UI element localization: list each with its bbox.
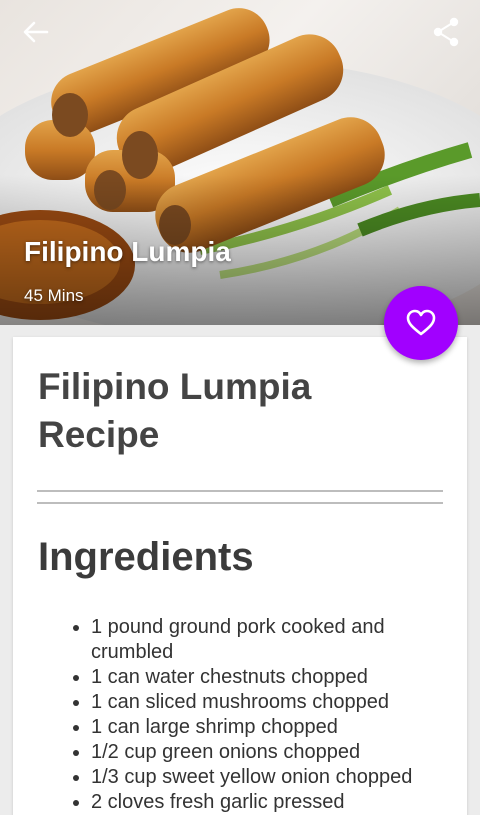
divider — [37, 490, 443, 492]
ingredients-heading: Ingredients — [38, 535, 254, 579]
list-item: 1 pound ground pork cooked and crumbled — [71, 615, 441, 665]
cook-time: 45 Mins — [24, 286, 84, 305]
list-item: 1/2 cup green onions chopped — [71, 740, 441, 765]
back-button[interactable] — [16, 14, 56, 50]
divider — [37, 502, 443, 504]
share-icon — [433, 17, 459, 47]
ingredients-list: 1 pound ground pork cooked and crumbled … — [71, 615, 441, 815]
favorite-button[interactable] — [384, 286, 458, 360]
recipe-title: Filipino Lumpia Recipe — [38, 366, 312, 455]
heart-outline-icon — [406, 309, 436, 336]
arrow-left-icon — [23, 21, 49, 43]
hero-title: Filipino Lumpia — [24, 236, 231, 267]
share-button[interactable] — [426, 14, 466, 50]
list-item: 2 cloves fresh garlic pressed — [71, 790, 441, 815]
list-item: 1 can large shrimp chopped — [71, 715, 441, 740]
list-item: 1/3 cup sweet yellow onion chopped — [71, 765, 441, 790]
list-item: 1 can sliced mushrooms chopped — [71, 690, 441, 715]
recipe-card: Filipino Lumpia Recipe Ingredients 1 pou… — [13, 337, 467, 815]
hero-image: Filipino Lumpia 45 Mins — [0, 0, 480, 325]
list-item: 1 can water chestnuts chopped — [71, 665, 441, 690]
